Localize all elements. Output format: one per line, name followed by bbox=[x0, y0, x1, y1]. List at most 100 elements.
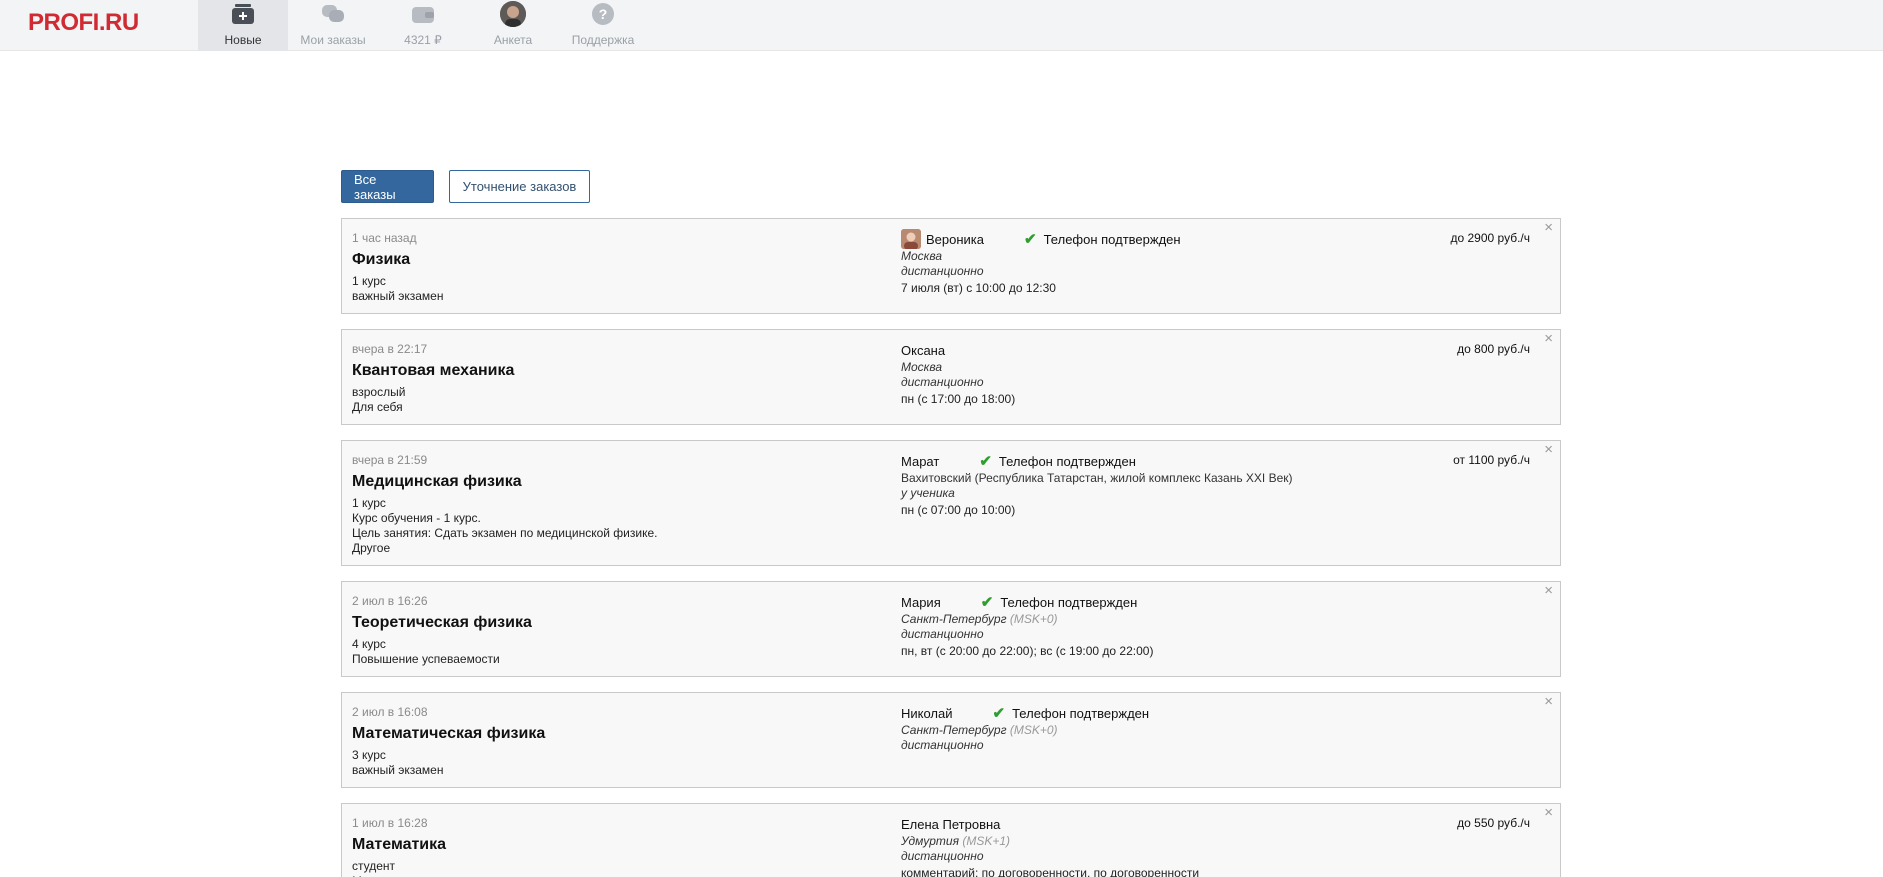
client-name: Николай bbox=[901, 705, 953, 721]
lesson-format: дистанционно bbox=[901, 375, 984, 389]
nav-label: Мои заказы bbox=[300, 33, 366, 47]
client-head: Оксана bbox=[901, 340, 1321, 360]
client-head: Мария ✔ Телефон подтвержден bbox=[901, 592, 1321, 612]
client-location: Вахитовский (Республика Татарстан, жилой… bbox=[901, 471, 1293, 485]
detail-line: студент bbox=[352, 859, 396, 873]
client-info: Оксана Москва дистанционно пн (с 17:00 д… bbox=[901, 340, 1321, 407]
location-city: Удмуртия bbox=[901, 834, 960, 848]
order-title[interactable]: Физика bbox=[352, 251, 410, 269]
client-info: Вероника ✔ Телефон подтвержден Москва ди… bbox=[901, 229, 1321, 296]
close-icon[interactable]: × bbox=[1544, 331, 1553, 346]
order-time: 1 июл в 16:28 bbox=[352, 816, 428, 830]
client-name: Вероника bbox=[926, 231, 985, 247]
detail-line: 1 курс bbox=[352, 274, 386, 288]
order-title[interactable]: Теоретическая физика bbox=[352, 614, 532, 632]
detail-line: 1 курс bbox=[352, 496, 386, 510]
client-name: Мария bbox=[901, 594, 941, 610]
nav-my-orders[interactable]: Мои заказы bbox=[288, 0, 378, 51]
detail-line: Цель занятия: Сдать экзамен по медицинск… bbox=[352, 526, 658, 540]
lesson-format: у ученика bbox=[901, 486, 955, 500]
detail-line: Другое bbox=[352, 541, 391, 555]
location-city: Санкт-Петербург bbox=[901, 612, 1007, 626]
order-details: 4 курс Повышение успеваемости bbox=[352, 637, 500, 667]
order-card[interactable]: × 2 июл в 16:08 Математическая физика 3 … bbox=[341, 692, 1561, 788]
close-icon[interactable]: × bbox=[1544, 694, 1553, 709]
phone-verified: ✔ Телефон подтвержден bbox=[993, 706, 1150, 721]
lesson-format: дистанционно bbox=[901, 264, 984, 278]
client-name: Елена Петровна bbox=[901, 816, 1001, 832]
client-location: Удмуртия (MSK+1) bbox=[901, 834, 1321, 849]
phone-verified: ✔ Телефон подтвержден bbox=[979, 454, 1136, 469]
client-head: Елена Петровна bbox=[901, 814, 1321, 834]
close-icon[interactable]: × bbox=[1544, 583, 1553, 598]
wallet-icon bbox=[410, 2, 436, 26]
top-bar: PROFI.RU Новые Мои заказы 4321 ₽ Анкета bbox=[0, 0, 1883, 51]
order-title[interactable]: Квантовая механика bbox=[352, 362, 514, 380]
check-icon: ✔ bbox=[992, 704, 1006, 722]
order-time: 2 июл в 16:08 bbox=[352, 705, 428, 719]
orders-list: × 1 час назад Физика 1 курс важный экзам… bbox=[341, 218, 1561, 877]
detail-line: Повышение успеваемости bbox=[352, 652, 500, 666]
client-info: Марат ✔ Телефон подтвержден Вахитовский … bbox=[901, 451, 1321, 518]
client-location: Москва bbox=[901, 360, 943, 374]
price: до 2900 руб./ч bbox=[1450, 231, 1530, 245]
order-details: студент М bbox=[352, 859, 395, 877]
chat-bubbles-icon bbox=[320, 2, 346, 26]
clarification-orders-button[interactable]: Уточнение заказов bbox=[449, 170, 590, 203]
verified-label: Телефон подтвержден bbox=[1012, 705, 1150, 721]
order-title[interactable]: Математическая физика bbox=[352, 725, 545, 743]
close-icon[interactable]: × bbox=[1544, 442, 1553, 457]
client-name: Марат bbox=[901, 453, 940, 469]
location-city: Санкт-Петербург bbox=[901, 723, 1007, 737]
order-title[interactable]: Математика bbox=[352, 836, 446, 854]
help-icon: ? bbox=[590, 2, 616, 26]
order-time: вчера в 21:59 bbox=[352, 453, 428, 467]
location-timezone: (MSK+0) bbox=[1009, 723, 1058, 737]
phone-verified: ✔ Телефон подтвержден bbox=[981, 595, 1138, 610]
svg-text:?: ? bbox=[599, 6, 608, 22]
order-card[interactable]: × вчера в 21:59 Медицинская физика 1 кур… bbox=[341, 440, 1561, 566]
verified-label: Телефон подтвержден bbox=[998, 453, 1136, 469]
detail-line: важный экзамен bbox=[352, 289, 444, 303]
order-title[interactable]: Медицинская физика bbox=[352, 473, 522, 491]
price: от 1100 руб./ч bbox=[1453, 453, 1530, 467]
order-time: 1 час назад bbox=[352, 231, 417, 245]
close-icon[interactable]: × bbox=[1544, 220, 1553, 235]
schedule: пн (с 07:00 до 10:00) bbox=[901, 503, 1016, 517]
client-info: Николай ✔ Телефон подтвержден Санкт-Пете… bbox=[901, 703, 1321, 753]
order-card[interactable]: × 1 час назад Физика 1 курс важный экзам… bbox=[341, 218, 1561, 314]
lesson-format: дистанционно bbox=[901, 849, 984, 863]
lesson-format: дистанционно bbox=[901, 738, 984, 752]
order-details: взрослый Для себя bbox=[352, 385, 405, 415]
order-card[interactable]: × 1 июл в 16:28 Математика студент М Еле… bbox=[341, 803, 1561, 877]
schedule: комментарий: по договоренности, по догов… bbox=[901, 866, 1200, 877]
nav-label: Новые bbox=[224, 33, 262, 47]
location-timezone: (MSK+1) bbox=[962, 834, 1011, 848]
nav-support[interactable]: ? Поддержка bbox=[558, 0, 648, 51]
nav-new-orders[interactable]: Новые bbox=[198, 0, 288, 51]
location-timezone: (MSK+0) bbox=[1009, 612, 1058, 626]
order-time: вчера в 22:17 bbox=[352, 342, 428, 356]
detail-line: важный экзамен bbox=[352, 763, 444, 777]
detail-line: Для себя bbox=[352, 400, 403, 414]
check-icon: ✔ bbox=[980, 593, 994, 611]
nav-label: Поддержка bbox=[571, 33, 635, 47]
detail-line: Курс обучения - 1 курс. bbox=[352, 511, 481, 525]
order-time: 2 июл в 16:26 bbox=[352, 594, 428, 608]
client-info: Елена Петровна Удмуртия (MSK+1) дистанци… bbox=[901, 814, 1321, 877]
logo[interactable]: PROFI.RU bbox=[28, 9, 139, 37]
verified-label: Телефон подтвержден bbox=[1043, 231, 1181, 247]
client-location: Санкт-Петербург (MSK+0) bbox=[901, 612, 1321, 627]
client-head: Вероника ✔ Телефон подтвержден bbox=[901, 229, 1321, 249]
client-location: Москва bbox=[901, 249, 943, 263]
schedule: 7 июля (вт) с 10:00 до 12:30 bbox=[901, 281, 1056, 295]
order-card[interactable]: × 2 июл в 16:26 Теоретическая физика 4 к… bbox=[341, 581, 1561, 677]
order-details: 1 курс важный экзамен bbox=[352, 274, 443, 304]
profile-avatar-icon bbox=[500, 1, 526, 27]
order-card[interactable]: × вчера в 22:17 Квантовая механика взрос… bbox=[341, 329, 1561, 425]
nav-balance[interactable]: 4321 ₽ bbox=[378, 0, 468, 51]
close-icon[interactable]: × bbox=[1544, 805, 1553, 820]
nav-profile[interactable]: Анкета bbox=[468, 0, 558, 51]
all-orders-button[interactable]: Все заказы bbox=[341, 170, 434, 203]
order-details: 3 курс важный экзамен bbox=[352, 748, 443, 778]
